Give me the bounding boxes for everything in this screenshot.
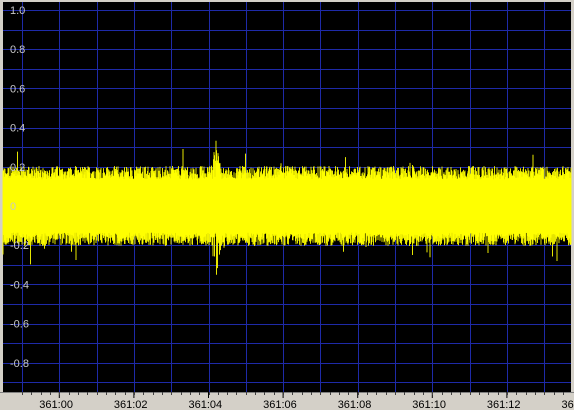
x-tick-label: 361:06 bbox=[263, 399, 297, 410]
x-tick-label: 361:02 bbox=[114, 399, 148, 410]
y-tick-label: -0.2 bbox=[10, 240, 29, 252]
x-tick-label: 361:08 bbox=[338, 399, 372, 410]
waveform-chart[interactable]: 1.0 0.8 0.6 0.4 0.2 0 -0.2 -0.4 -0.6 -0.8 361:00 36… bbox=[0, 0, 574, 410]
y-tick-label: 0.2 bbox=[10, 162, 25, 174]
y-tick-label: 0.4 bbox=[10, 123, 25, 135]
oscilloscope-panel: 1.0 0.8 0.6 0.4 0.2 0 -0.2 -0.4 -0.6 -0.8 361:00 36… bbox=[0, 0, 574, 410]
y-tick-label: -0.8 bbox=[10, 358, 29, 370]
x-tick-label: 361:00 bbox=[39, 399, 73, 410]
y-tick-label: 0.6 bbox=[10, 83, 25, 95]
y-tick-label: 1.0 bbox=[10, 5, 25, 17]
y-tick-label: 0 bbox=[10, 201, 16, 213]
y-tick-label: -0.6 bbox=[10, 319, 29, 331]
x-tick-label: 361:04 bbox=[189, 399, 223, 410]
y-tick-label: 0.8 bbox=[10, 44, 25, 56]
x-tick-label: 36 bbox=[562, 399, 574, 410]
x-tick-label: 361:12 bbox=[487, 399, 521, 410]
y-tick-label: -0.4 bbox=[10, 279, 29, 291]
x-tick-label: 361:10 bbox=[412, 399, 446, 410]
